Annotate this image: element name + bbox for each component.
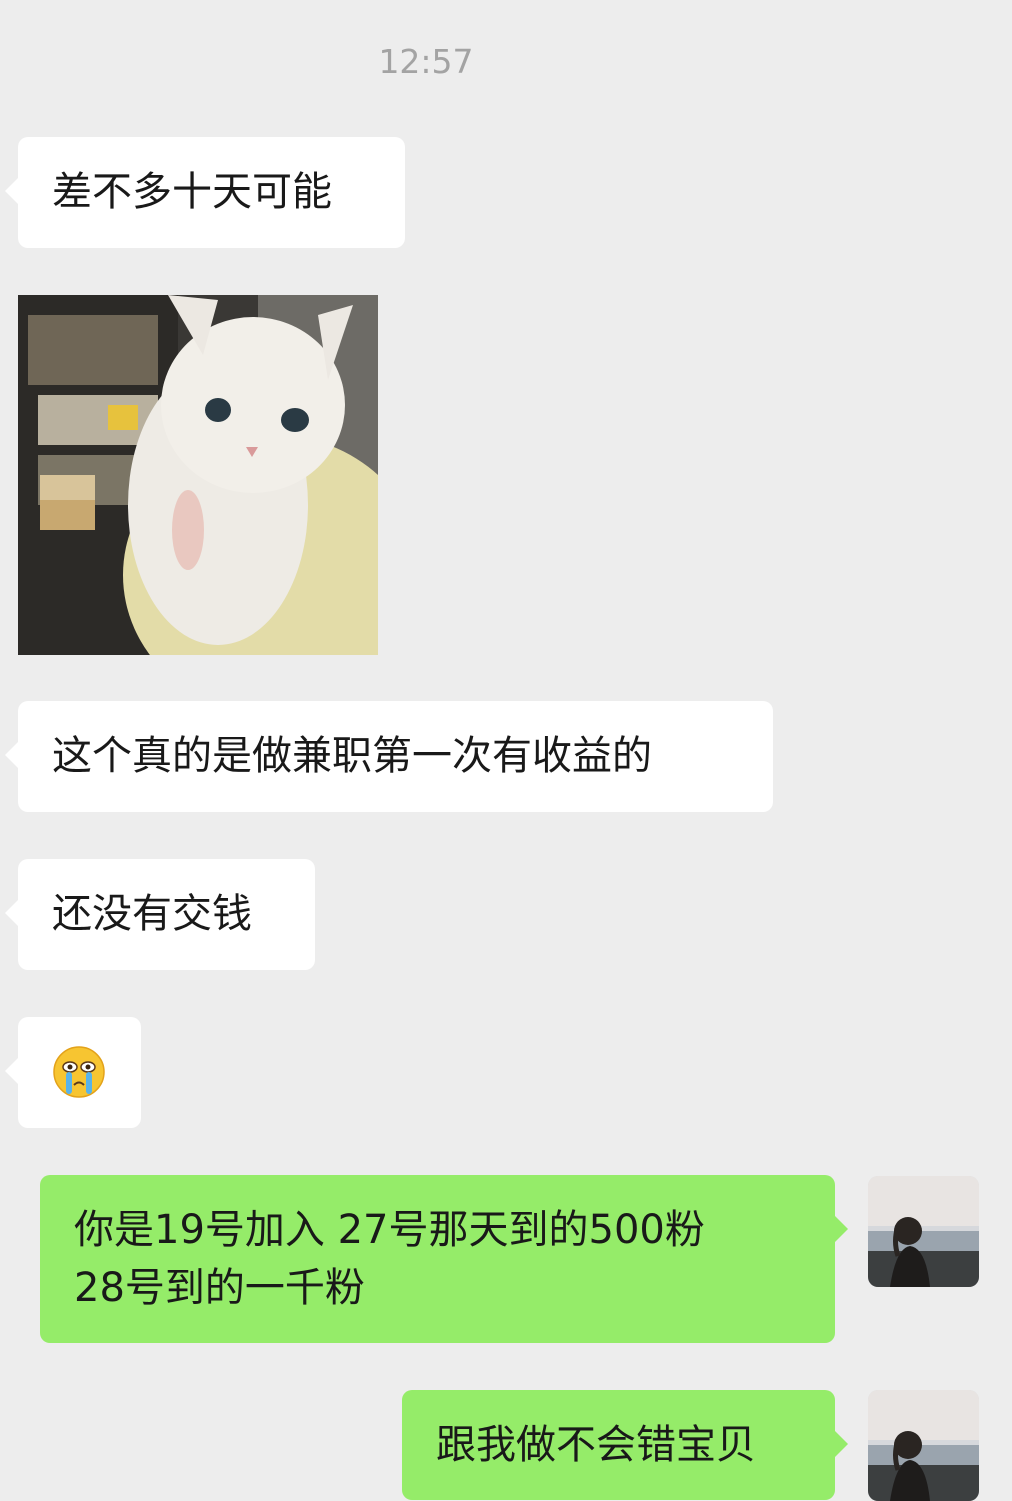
- crying-face-emoji-icon: [53, 1046, 105, 1098]
- user-avatar[interactable]: [868, 1390, 979, 1501]
- incoming-message-bubble[interactable]: 差不多十天可能: [5, 137, 405, 248]
- outgoing-message-bubble[interactable]: 跟我做不会错宝贝: [402, 1390, 848, 1500]
- incoming-emoji-bubble[interactable]: [5, 1017, 141, 1128]
- message-timestamp: 12:57: [378, 42, 474, 81]
- avatar-photo-icon: [868, 1390, 979, 1501]
- avatar-photo-icon: [868, 1176, 979, 1287]
- message-text-line: 28号到的一千粉: [74, 1265, 365, 1311]
- message-text: 还没有交钱: [52, 891, 252, 937]
- outgoing-message-bubble[interactable]: 你是19号加入 27号那天到的500粉 28号到的一千粉: [40, 1175, 848, 1343]
- incoming-message-bubble[interactable]: 这个真的是做兼职第一次有收益的: [5, 701, 773, 812]
- message-text: 差不多十天可能: [52, 169, 332, 215]
- user-avatar[interactable]: [868, 1176, 979, 1287]
- incoming-message-bubble[interactable]: 还没有交钱: [5, 859, 315, 970]
- message-text-line: 你是19号加入 27号那天到的500粉: [74, 1207, 705, 1253]
- message-text: 跟我做不会错宝贝: [436, 1422, 756, 1468]
- cat-photo-message[interactable]: [18, 295, 378, 655]
- message-text: 这个真的是做兼职第一次有收益的: [52, 733, 652, 779]
- cat-photo-icon: [18, 295, 378, 655]
